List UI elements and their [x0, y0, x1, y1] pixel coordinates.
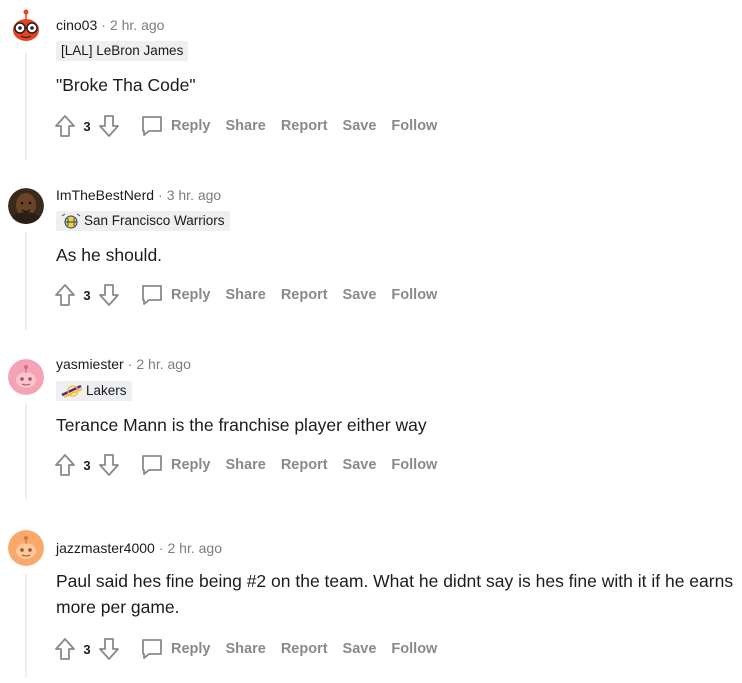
downvote-button[interactable]	[96, 113, 122, 139]
reply-button[interactable]: Reply	[140, 453, 226, 477]
comment-bubble-icon	[142, 116, 162, 136]
upvote-button[interactable]	[52, 282, 78, 308]
comment-meta: cino03 · 2 hr. ago	[56, 17, 164, 33]
reply-button[interactable]: Reply	[140, 283, 226, 307]
reply-label: Reply	[171, 641, 211, 657]
photo-avatar-icon	[8, 188, 44, 224]
upvote-arrow-icon	[55, 284, 75, 306]
avatar[interactable]	[8, 8, 44, 44]
comment: jazzmaster4000 · 2 hr. ago Paul said hes f…	[0, 530, 742, 680]
username[interactable]: ImTheBestNerd	[56, 187, 154, 203]
upvote-button[interactable]	[52, 113, 78, 139]
downvote-button[interactable]	[96, 282, 122, 308]
avatar[interactable]	[8, 359, 44, 395]
avatar[interactable]	[8, 530, 44, 566]
upvote-button[interactable]	[52, 636, 78, 662]
timestamp[interactable]: 2 hr. ago	[110, 17, 165, 33]
share-button[interactable]: Share	[226, 118, 266, 134]
timestamp[interactable]: 2 hr. ago	[136, 356, 191, 372]
snoo-avatar-icon	[8, 530, 44, 566]
thread-line[interactable]	[25, 403, 27, 499]
save-button[interactable]: Save	[343, 457, 377, 473]
report-button[interactable]: Report	[281, 641, 328, 657]
username[interactable]: cino03	[56, 17, 97, 33]
user-flair: Lakers	[56, 381, 132, 401]
comment-actions: 3 Reply Share Report Save Follow	[52, 112, 452, 140]
comment: ImTheBestNerd · 3 hr. ago San Francisco Wa…	[0, 178, 742, 338]
reply-button[interactable]: Reply	[140, 114, 226, 138]
vote-score: 3	[83, 641, 91, 657]
downvote-arrow-icon	[99, 284, 119, 306]
flair-text: Lakers	[86, 383, 127, 398]
separator-dot: ·	[127, 356, 133, 372]
flair-text: San Francisco Warriors	[84, 213, 225, 228]
follow-button[interactable]: Follow	[391, 641, 437, 657]
thread-line[interactable]	[25, 574, 27, 678]
lakers-logo-icon	[61, 384, 83, 398]
save-button[interactable]: Save	[343, 118, 377, 134]
vote-score: 3	[83, 118, 91, 134]
report-button[interactable]: Report	[281, 118, 328, 134]
upvote-arrow-icon	[55, 115, 75, 137]
warriors-bridge-icon	[61, 213, 81, 229]
follow-button[interactable]: Follow	[391, 457, 437, 473]
comment-actions: 3 Reply Share Report Save Follow	[52, 281, 452, 309]
comment-body: "Broke Tha Code"	[56, 75, 196, 95]
downvote-arrow-icon	[99, 638, 119, 660]
username[interactable]: jazzmaster4000	[56, 540, 155, 556]
thread-line[interactable]	[25, 232, 27, 330]
comment: cino03 · 2 hr. ago [LAL] LeBron James "Bro…	[0, 8, 742, 168]
downvote-arrow-icon	[99, 454, 119, 476]
comment: yasmiester · 2 hr. ago Lakers Terance Mann…	[0, 347, 742, 507]
snoo-avatar-icon	[8, 8, 44, 44]
reply-label: Reply	[171, 287, 211, 303]
upvote-arrow-icon	[55, 638, 75, 660]
flair-text: [LAL] LeBron James	[61, 43, 184, 58]
username[interactable]: yasmiester	[56, 356, 124, 372]
share-button[interactable]: Share	[226, 641, 266, 657]
vote-score: 3	[83, 287, 91, 303]
downvote-button[interactable]	[96, 452, 122, 478]
user-flair: San Francisco Warriors	[56, 211, 230, 231]
user-flair: [LAL] LeBron James	[56, 41, 189, 61]
report-button[interactable]: Report	[281, 287, 328, 303]
save-button[interactable]: Save	[343, 641, 377, 657]
comment-bubble-icon	[142, 455, 162, 475]
reply-label: Reply	[171, 457, 211, 473]
comment-actions: 3 Reply Share Report Save Follow	[52, 635, 452, 663]
comment-meta: yasmiester · 2 hr. ago	[56, 356, 191, 372]
follow-button[interactable]: Follow	[391, 287, 437, 303]
separator-dot: ·	[158, 187, 163, 203]
avatar[interactable]	[8, 188, 44, 224]
separator-dot: ·	[158, 540, 164, 556]
thread-line[interactable]	[25, 52, 27, 160]
upvote-arrow-icon	[55, 454, 75, 476]
reply-button[interactable]: Reply	[140, 637, 226, 661]
report-button[interactable]: Report	[281, 457, 328, 473]
save-button[interactable]: Save	[343, 287, 377, 303]
timestamp[interactable]: 3 hr. ago	[167, 187, 222, 203]
comment-actions: 3 Reply Share Report Save Follow	[52, 451, 452, 479]
comment-bubble-icon	[142, 285, 162, 305]
comment-body: As he should.	[56, 245, 163, 265]
separator-dot: ·	[101, 17, 106, 33]
timestamp[interactable]: 2 hr. ago	[168, 540, 223, 556]
share-button[interactable]: Share	[226, 457, 266, 473]
share-button[interactable]: Share	[226, 287, 266, 303]
downvote-button[interactable]	[96, 636, 122, 662]
comment-body: Terance Mann is the franchise player eit…	[56, 415, 427, 435]
follow-button[interactable]: Follow	[391, 118, 437, 134]
snoo-avatar-icon	[8, 359, 44, 395]
reply-label: Reply	[171, 118, 211, 134]
comment-meta: jazzmaster4000 · 2 hr. ago	[56, 540, 222, 556]
vote-score: 3	[83, 457, 91, 473]
comment-meta: ImTheBestNerd · 3 hr. ago	[56, 187, 221, 203]
comment-body: Paul said hes fine being #2 on the team.…	[56, 571, 734, 617]
comment-bubble-icon	[142, 639, 162, 659]
downvote-arrow-icon	[99, 115, 119, 137]
upvote-button[interactable]	[52, 452, 78, 478]
